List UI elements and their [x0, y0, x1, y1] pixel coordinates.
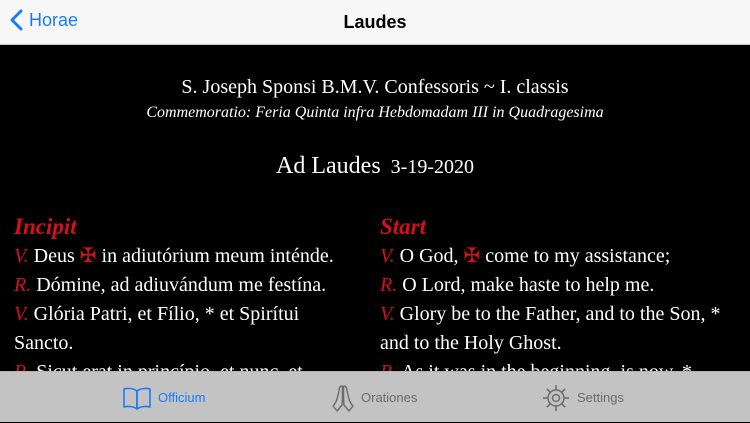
- latin-versicle-2: V. Glória Patri, et Fílio, * et Spirítui…: [14, 300, 359, 358]
- english-versicle-1: V. O God, ✠ come to my assistance;: [380, 242, 740, 271]
- tab-officium[interactable]: Officium: [122, 372, 205, 423]
- english-versicle-1-end: come to my assistance;: [485, 245, 671, 267]
- response-mark: R.: [380, 274, 398, 296]
- tab-settings-label: Settings: [577, 390, 624, 405]
- latin-response-2: R. Sicut erat in princípio, et nunc, et: [14, 358, 359, 371]
- response-mark: R.: [14, 274, 32, 296]
- tab-orationes[interactable]: Orationes: [331, 372, 417, 423]
- hour-title: Ad Laudes: [276, 153, 381, 179]
- page-title: Laudes: [343, 12, 407, 32]
- english-versicle-1-start: O God,: [399, 245, 459, 267]
- office-text-view[interactable]: S. Joseph Sponsi B.M.V. Confessoris ~ I.…: [0, 45, 750, 371]
- latin-response-2-text: Sicut erat in princípio, et nunc, et: [36, 361, 303, 371]
- open-book-icon: [123, 387, 151, 410]
- cross-icon: ✠: [463, 245, 481, 267]
- latin-versicle-1-end: in adiutórium meum inténde.: [101, 245, 334, 267]
- latin-versicle-1: V. Deus ✠ in adiutórium meum inténde.: [14, 242, 359, 271]
- tab-officium-label: Officium: [158, 390, 206, 405]
- latin-versicle-1-start: Deus: [33, 245, 75, 267]
- gear-icon: [543, 384, 569, 411]
- versicle-mark: V.: [380, 303, 395, 325]
- english-response-2: R. As it was in the beginning, is now, *: [380, 358, 740, 371]
- english-versicle-2: V. Glory be to the Father, and to the So…: [380, 300, 740, 358]
- latin-versicle-2-text: Glória Patri, et Fílio, * et Spirítui Sa…: [14, 303, 300, 354]
- latin-response-1: R. Dómine, ad adiuvándum me festína.: [14, 271, 359, 300]
- latin-column: Incipit V. Deus ✠ in adiutórium meum int…: [14, 212, 359, 371]
- english-response-1-text: O Lord, make haste to help me.: [402, 274, 655, 296]
- tab-settings[interactable]: Settings: [541, 372, 624, 423]
- latin-heading: Incipit: [14, 214, 77, 239]
- response-mark: R.: [14, 361, 31, 371]
- versicle-mark: V.: [380, 245, 395, 267]
- english-response-1: R. O Lord, make haste to help me.: [380, 271, 740, 300]
- commemoration-text: Commemoratio: Feria Quinta infra Hebdoma…: [146, 104, 604, 121]
- english-column: Start V. O God, ✠ come to my assistance;…: [380, 212, 740, 371]
- tab-bar: Officium Orationes Settings: [0, 371, 750, 422]
- versicle-mark: V.: [14, 303, 29, 325]
- latin-response-1-text: Dómine, ad adiuvándum me festína.: [36, 274, 327, 296]
- praying-hands-icon: [332, 384, 354, 412]
- hour-date: 3-19-2020: [390, 156, 474, 178]
- tab-orationes-label: Orationes: [361, 390, 418, 405]
- versicle-mark: V.: [14, 245, 29, 267]
- response-mark: R.: [380, 361, 397, 371]
- english-versicle-2-text: Glory be to the Father, and to the Son, …: [380, 303, 721, 354]
- cross-icon: ✠: [79, 245, 97, 267]
- feast-title: S. Joseph Sponsi B.M.V. Confessoris ~ I.…: [181, 76, 569, 98]
- navigation-bar: Horae Laudes: [0, 0, 750, 45]
- english-heading: Start: [380, 214, 427, 239]
- hour-heading: Ad Laudes 3-19-2020: [0, 153, 750, 180]
- english-response-2-text: As it was in the beginning, is now, *: [401, 361, 692, 371]
